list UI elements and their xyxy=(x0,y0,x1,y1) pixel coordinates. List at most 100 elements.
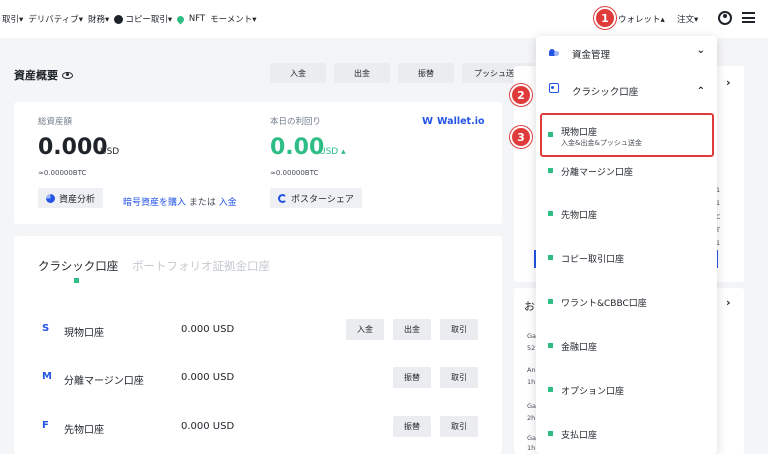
item-label: コピー取引口座 xyxy=(561,255,625,265)
news-snippet: 1h xyxy=(527,378,536,386)
green-square-icon xyxy=(548,211,553,216)
account-row-futures: F 先物口座 0.000 USD 振替 取引 xyxy=(14,416,502,440)
nft-leaf-icon xyxy=(175,14,186,24)
dropdown-item-payment[interactable]: 支払口座 xyxy=(546,417,711,453)
tab-portfolio-margin[interactable]: ポートフォリオ証拠金口座 xyxy=(132,258,270,274)
overview-title-text: 資産概要 xyxy=(14,69,58,82)
chevron-up-icon: ⌃ xyxy=(696,86,705,97)
dropdown-item-finance[interactable]: 金融口座 xyxy=(546,329,711,365)
green-square-icon xyxy=(548,431,553,436)
account-row-spot: S 現物口座 0.000 USD 入金 出金 取引 xyxy=(14,319,502,343)
pnl-unit: USD ▴ xyxy=(319,147,346,157)
wallet-io-logo-icon: W xyxy=(422,116,434,127)
wallet-dropdown: 資金管理 ⌄ クラシック口座 ⌃ 現物口座 入金&出金&プッシュ送金 分離マージ… xyxy=(536,36,717,454)
overview-actions: 入金 出金 振替 プッシュ送金 xyxy=(270,63,534,83)
news-snippet: 2h xyxy=(527,414,536,422)
chevron-right-icon[interactable]: › xyxy=(726,296,731,309)
account-value: 0.000 USD xyxy=(181,372,235,383)
margin-transfer-button[interactable]: 振替 xyxy=(393,367,431,388)
green-square-icon xyxy=(548,387,553,392)
highlight-box xyxy=(540,113,714,157)
id-card-icon xyxy=(549,83,559,93)
account-name: 先物口座 xyxy=(64,425,104,436)
accounts-card: クラシック口座 ポートフォリオ証拠金口座 S 現物口座 0.000 USD 入金… xyxy=(14,236,502,454)
hamburger-menu-icon[interactable] xyxy=(742,12,755,23)
account-name: 分離マージン口座 xyxy=(64,376,144,387)
tab-indicator xyxy=(74,278,79,283)
step-badge-3: 3 xyxy=(510,126,532,148)
spot-withdraw-button[interactable]: 出金 xyxy=(393,319,431,340)
account-letter: F xyxy=(42,420,49,431)
buy-crypto-link[interactable]: 暗号資産を購入 xyxy=(123,198,186,208)
nav-finance[interactable]: 財務▾ xyxy=(88,13,109,25)
total-assets-label: 総資産額 xyxy=(38,117,73,127)
withdraw-button[interactable]: 出金 xyxy=(334,63,390,83)
news-snippet: Ga xyxy=(527,434,537,442)
deposit-button[interactable]: 入金 xyxy=(270,63,326,83)
step-badge-1: 1 xyxy=(594,7,616,29)
dropdown-item-warrant-cbbc[interactable]: ワラント&CBBC口座 xyxy=(546,285,711,321)
summary-card: 総資産額 0.000 USD ≈0.00000BTC 本日の利回り 0.00 U… xyxy=(14,102,502,224)
dropdown-item-options[interactable]: オプション口座 xyxy=(546,373,711,409)
nav-nft[interactable]: NFT xyxy=(175,13,205,25)
share-icon xyxy=(278,193,287,203)
top-nav: 取引▾ デリバティブ▾ 財務▾ コピー取引▾ NFT モーメント▾ ウォレット▴… xyxy=(0,0,768,38)
pnl-btc: ≈0.00000BTC xyxy=(270,169,319,177)
chevron-down-icon: ⌄ xyxy=(696,45,705,56)
asset-analysis-label: 資産分析 xyxy=(59,194,96,205)
spot-trade-button[interactable]: 取引 xyxy=(440,319,478,340)
news-snippet: An xyxy=(527,366,536,374)
total-assets-unit: USD xyxy=(100,147,120,157)
futures-transfer-button[interactable]: 振替 xyxy=(393,416,431,437)
nav-derivatives[interactable]: デリバティブ▾ xyxy=(28,13,83,25)
pnl-value: 0.00 xyxy=(270,135,325,160)
asset-analysis-button[interactable]: 資産分析 xyxy=(38,188,104,208)
nav-moments[interactable]: モーメント▾ xyxy=(210,13,256,25)
user-icon[interactable] xyxy=(718,11,732,25)
poster-share-button[interactable]: ポスターシェア xyxy=(270,188,362,208)
step-badge-2: 2 xyxy=(510,84,532,106)
chevron-right-icon[interactable]: › xyxy=(726,76,731,89)
spot-deposit-button[interactable]: 入金 xyxy=(346,319,384,340)
news-snippet: 52 xyxy=(527,344,536,352)
nav-trade[interactable]: 取引▾ xyxy=(2,13,23,25)
green-square-icon xyxy=(548,343,553,348)
news-snippet: Ga xyxy=(527,332,537,340)
item-label: 金融口座 xyxy=(561,343,598,353)
item-label: 支払口座 xyxy=(561,431,598,441)
deposit-link[interactable]: 入金 xyxy=(219,198,237,208)
or-text: または xyxy=(188,198,216,208)
tab-classic-account[interactable]: クラシック口座 xyxy=(38,258,118,274)
buy-line: 暗号資産を購入 または 入金 xyxy=(123,195,237,208)
order-menu[interactable]: 注文▾ xyxy=(677,13,698,25)
overview-title: 資産概要 xyxy=(14,67,73,83)
classic-account-header[interactable]: クラシック口座 ⌃ xyxy=(536,77,717,101)
asset-management-header[interactable]: 資金管理 ⌄ xyxy=(536,40,717,64)
wallet-menu[interactable]: ウォレット▴ xyxy=(618,13,665,25)
dropdown-item-copy-trade[interactable]: コピー取引口座 xyxy=(546,241,711,277)
green-square-icon xyxy=(548,255,553,260)
nav-menu: 取引▾ デリバティブ▾ 財務▾ コピー取引▾ NFT モーメント▾ xyxy=(2,13,257,25)
nav-copy-trade[interactable]: コピー取引▾ xyxy=(114,13,172,25)
account-letter: S xyxy=(42,323,50,334)
classic-account-label: クラシック口座 xyxy=(572,87,639,98)
eye-icon[interactable] xyxy=(62,71,73,79)
account-row-isolated-margin: M 分離マージン口座 0.000 USD 振替 取引 xyxy=(14,367,502,391)
transfer-button[interactable]: 振替 xyxy=(398,63,454,83)
right-card-title: お xyxy=(524,300,535,313)
account-name: 現物口座 xyxy=(64,328,104,339)
asset-management-label: 資金管理 xyxy=(572,50,611,61)
dropdown-item-futures[interactable]: 先物口座 xyxy=(546,197,711,233)
news-snippet: Ga xyxy=(527,402,537,410)
futures-trade-button[interactable]: 取引 xyxy=(440,416,478,437)
total-btc: ≈0.00000BTC xyxy=(38,169,87,177)
item-label: 分離マージン口座 xyxy=(561,168,633,178)
green-square-icon xyxy=(548,299,553,304)
account-value: 0.000 USD xyxy=(181,324,235,335)
account-letter: M xyxy=(42,371,52,382)
dropdown-item-isolated-margin[interactable]: 分離マージン口座 xyxy=(546,154,711,190)
margin-trade-button[interactable]: 取引 xyxy=(440,367,478,388)
wallet-io-link[interactable]: W Wallet.io xyxy=(422,116,484,127)
account-value: 0.000 USD xyxy=(181,421,235,432)
news-snippet: 1h xyxy=(527,444,536,452)
